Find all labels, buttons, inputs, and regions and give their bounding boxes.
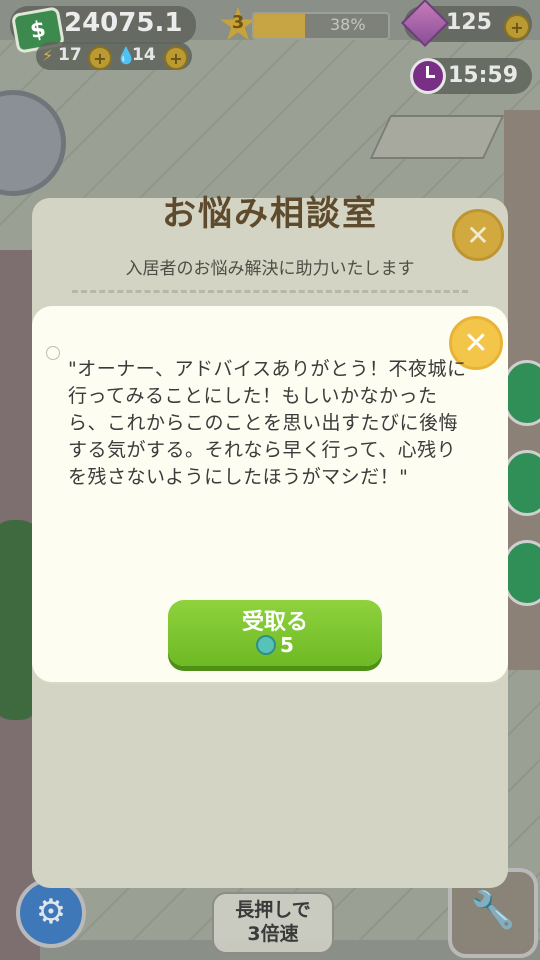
dialog-message: "オーナー、アドバイスありがとう！不夜城に行ってみることにした！もしいかなかった…	[68, 358, 467, 488]
add-gems-button[interactable]: +	[504, 14, 530, 40]
gem-value: 125	[446, 10, 492, 35]
settings-button[interactable]: ⚙	[16, 878, 86, 948]
reward-value: 5	[280, 633, 294, 657]
panel-subtitle: 入居者のお悩み解決に助力いたします	[125, 259, 415, 279]
clock-icon	[410, 58, 446, 94]
side-action-button	[504, 360, 540, 426]
energy-icon: ⚡	[42, 46, 54, 65]
xp-percent: 38%	[330, 15, 366, 34]
panel-close-button[interactable]: ✕	[452, 209, 504, 261]
add-energy-button[interactable]: +	[88, 46, 112, 70]
quote-icon	[46, 346, 60, 360]
side-action-button	[504, 540, 540, 606]
side-action-button	[504, 450, 540, 516]
xp-progress-bar	[252, 12, 390, 40]
water-value: 14	[132, 45, 156, 65]
speed-button[interactable]: 長押しで 3倍速	[212, 892, 334, 954]
speed-label: 長押しで 3倍速	[235, 899, 311, 945]
add-water-button[interactable]: +	[164, 46, 188, 70]
accept-button[interactable]: 受取る 5	[168, 600, 382, 666]
energy-value: 17	[58, 45, 82, 65]
panel-divider	[72, 290, 468, 293]
time-value: 15:59	[448, 63, 519, 88]
money-value: 24075.1	[64, 8, 183, 38]
level-value: 3	[231, 12, 245, 33]
room-furniture	[369, 115, 505, 159]
accept-label: 受取る	[241, 610, 308, 635]
reward-row: 5	[168, 633, 382, 657]
xp-progress-fill	[254, 14, 305, 38]
reward-gem-icon	[256, 635, 277, 655]
